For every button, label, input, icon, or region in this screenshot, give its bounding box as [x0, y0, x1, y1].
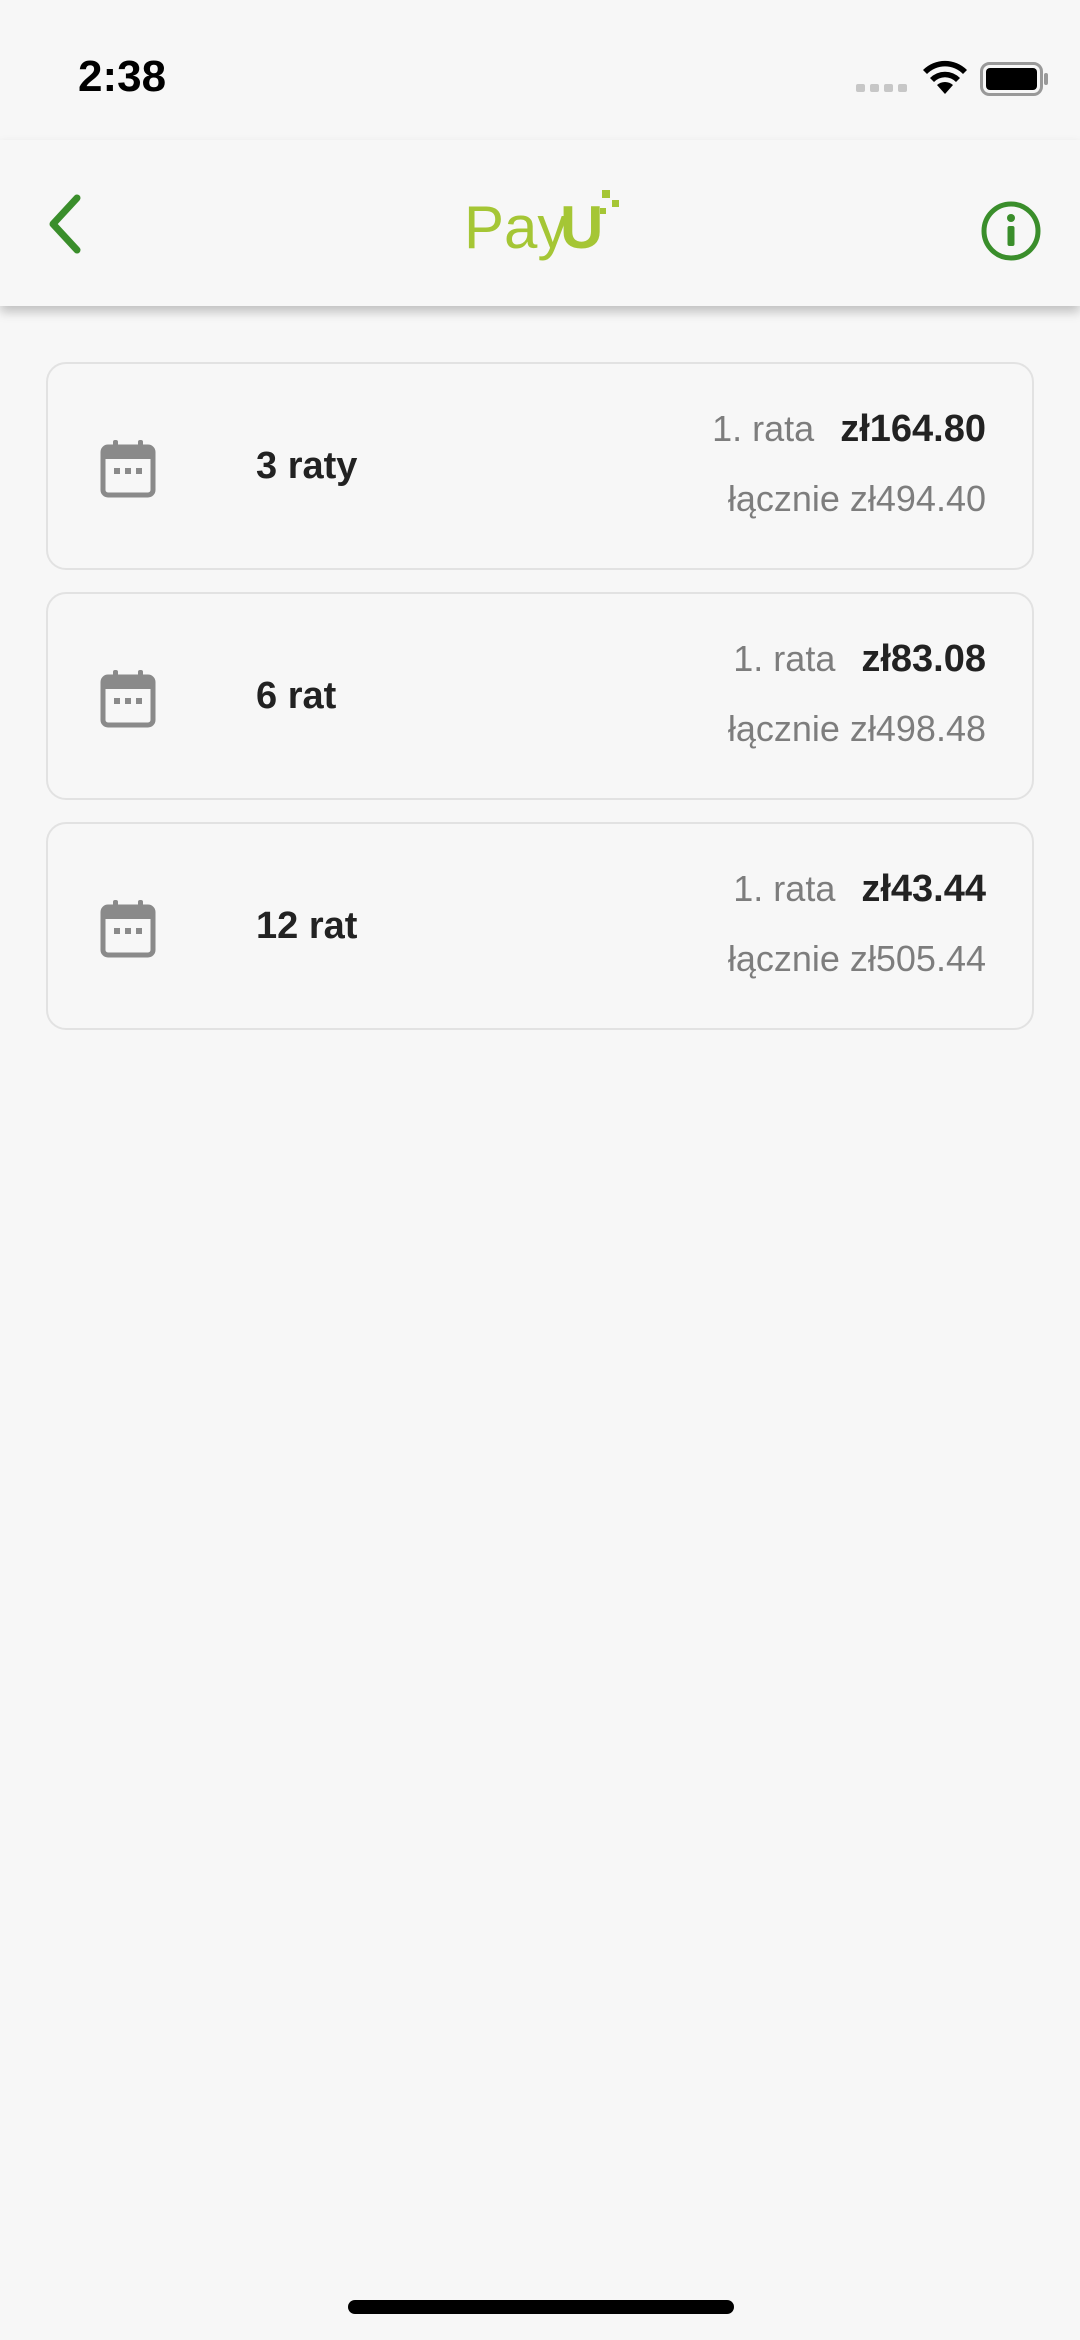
plan-total: łącznie zł494.40 — [727, 478, 986, 519]
calendar-icon — [100, 440, 156, 498]
first-installment-amount: zł43.44 — [861, 868, 986, 910]
plan-amounts: 1. rata zł43.44 łącznie zł505.44 — [728, 868, 986, 980]
plan-total: łącznie zł498.48 — [727, 708, 986, 749]
first-installment-amount: zł164.80 — [840, 408, 986, 450]
plan-name: 12 rat — [256, 904, 358, 947]
plan-name: 3 raty — [256, 444, 358, 487]
status-time: 2:38 — [78, 52, 167, 101]
first-installment-amount: zł83.08 — [861, 638, 986, 680]
svg-text:U: U — [560, 194, 603, 261]
plan-amounts: 1. rata zł164.80 łącznie zł494.40 — [712, 408, 986, 520]
plan-amounts: 1. rata zł83.08 łącznie zł498.48 — [728, 638, 986, 750]
app-header: Pay U — [0, 140, 1080, 306]
plan-option-3[interactable]: 3 raty 1. rata zł164.80 łącznie zł494.40 — [46, 362, 1034, 570]
battery-icon — [980, 62, 1048, 96]
calendar-icon — [100, 670, 156, 728]
wifi-icon — [923, 60, 967, 94]
first-installment-label: 1. rata — [733, 638, 836, 679]
payu-logo: Pay U — [464, 190, 619, 261]
first-installment-label: 1. rata — [712, 408, 815, 449]
status-bar: 2:38 — [0, 0, 1080, 140]
plan-name: 6 rat — [256, 674, 337, 717]
chevron-left-icon — [49, 194, 81, 254]
home-indicator[interactable] — [348, 2300, 734, 2314]
cellular-signal-icon — [856, 84, 907, 92]
info-circle-icon — [981, 201, 1041, 261]
first-installment-label: 1. rata — [733, 868, 836, 909]
plan-option-6[interactable]: 6 rat 1. rata zł83.08 łącznie zł498.48 — [46, 592, 1034, 800]
back-button[interactable] — [30, 184, 100, 264]
calendar-icon — [100, 900, 156, 958]
svg-text:Pay: Pay — [464, 194, 567, 261]
plan-total: łącznie zł505.44 — [727, 938, 986, 979]
info-button[interactable] — [976, 196, 1046, 266]
plan-option-12[interactable]: 12 rat 1. rata zł43.44 łącznie zł505.44 — [46, 822, 1034, 1030]
installment-plans-list: 3 raty 1. rata zł164.80 łącznie zł494.40… — [46, 362, 1034, 1052]
